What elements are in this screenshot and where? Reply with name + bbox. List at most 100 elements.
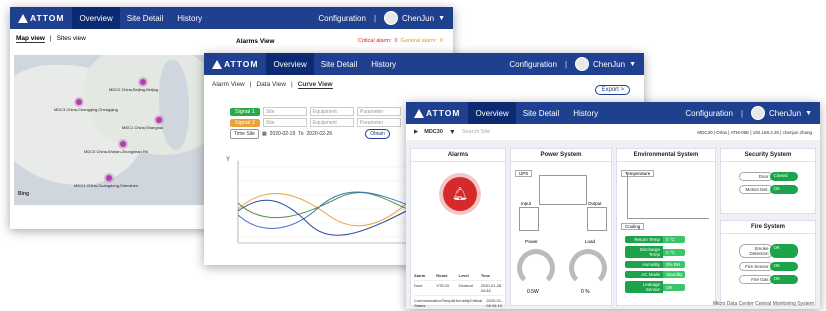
map-pin[interactable]	[156, 117, 162, 123]
tab-map-view[interactable]: Map view	[16, 35, 45, 43]
search-site-input[interactable]: Search Site	[462, 129, 490, 135]
nav-configuration[interactable]: Configuration	[509, 60, 557, 69]
power-value: 0.5W	[527, 289, 539, 295]
curve-series	[237, 199, 418, 236]
obtain-button[interactable]: Obtain	[365, 129, 390, 139]
metric-row: Return Temp 0 °C	[625, 236, 685, 243]
nav-site-detail[interactable]: Site Detail	[314, 53, 364, 75]
header-alarm: Alarm	[414, 273, 426, 278]
metric-row: Discharge Temp 0 °C	[625, 246, 685, 258]
nav-overview[interactable]: Overview	[72, 7, 120, 29]
user-menu[interactable]: ChenJun ▼	[751, 106, 820, 120]
export-button[interactable]: Export >	[595, 85, 630, 95]
user-name: ChenJun	[402, 13, 435, 23]
site-select[interactable]: Site	[262, 107, 307, 116]
cell-time: 2020-01-28 04:10	[486, 298, 503, 308]
nav-separator: |	[740, 108, 744, 118]
tab-data-view[interactable]: Data View	[256, 81, 286, 89]
load-gauge-label: Load	[585, 239, 596, 244]
nav-history[interactable]: History	[364, 53, 403, 75]
tab-curve-view[interactable]: Curve View	[297, 81, 333, 89]
attom-logo-icon	[18, 13, 28, 23]
nav-site-detail[interactable]: Site Detail	[120, 7, 170, 29]
cell-level: General	[458, 283, 473, 288]
signal2-button[interactable]: Signal 2	[230, 118, 260, 127]
map-pin[interactable]	[140, 79, 146, 85]
parameter-select[interactable]: Parameter	[356, 107, 401, 116]
header-route: Route	[436, 273, 448, 278]
fire-value: OK	[769, 275, 798, 284]
map-pin-label: MDC3 China,Chongqing,Chongqing	[54, 107, 118, 112]
metric-row: AC Mode Standby	[625, 271, 685, 278]
map-pin[interactable]	[120, 141, 126, 147]
caret-down-icon: ▼	[448, 128, 456, 136]
nav-site-detail[interactable]: Site Detail	[516, 102, 566, 124]
tab-alarm-view[interactable]: Alarm View	[212, 81, 245, 89]
tab-separator: |	[249, 81, 252, 88]
env-metrics: Return Temp 0 °C Discharge Temp 0 °C Humid…	[621, 233, 689, 296]
tab-sites-view[interactable]: Sites view	[57, 35, 86, 43]
signal1-button[interactable]: Signal 1	[230, 107, 260, 116]
map-pin[interactable]	[76, 99, 82, 105]
user-menu[interactable]: ChenJun ▼	[575, 57, 644, 71]
fire-value: OK	[769, 262, 798, 271]
general-alarm-count: 0	[439, 38, 443, 44]
parameter-select[interactable]: Parameter	[356, 118, 401, 127]
ups-tab[interactable]: UPS	[515, 170, 533, 177]
nav-history[interactable]: History	[566, 102, 605, 124]
load-value: 0 %	[581, 289, 590, 295]
nav-overview[interactable]: Overview	[266, 53, 314, 75]
table-row[interactable]: Door VTE-ID General 2020-01-28 04:46	[414, 281, 503, 296]
map-pin-label: MDC1 China,Shanghai	[122, 125, 163, 130]
critical-alarm-label: Critical alarm:	[357, 38, 392, 44]
input-label: Input	[521, 201, 532, 206]
site-info: MDC30 | Orlas | ATM-06E | 192.168.3.30 |…	[697, 129, 812, 135]
power-gauge-label: Power	[525, 239, 538, 244]
user-menu[interactable]: ChenJun ▼	[384, 11, 453, 25]
site-selector[interactable]: MDC30	[424, 129, 443, 135]
nav-overview[interactable]: Overview	[468, 102, 516, 124]
site-select[interactable]: Site	[262, 118, 307, 127]
metric-label: Leakage Sensor	[625, 281, 663, 293]
alarms-panel: Alarms 🔔︎ Alarm Route Level Time Door VT…	[410, 148, 506, 309]
security-title: Security System	[721, 149, 815, 162]
calendar-icon: ▦	[261, 131, 267, 137]
metric-row: Leakage Sensor OK	[625, 281, 685, 293]
security-row: Motion Det. OK	[721, 185, 815, 194]
brand-logo[interactable]: ATTOM	[10, 13, 72, 23]
equipment-select[interactable]: Equipment	[309, 118, 354, 127]
time-site-button[interactable]: Time Site	[230, 129, 259, 139]
site-map[interactable]: MDC2 China,Beijing,Beijing MDC3 China,Ch…	[14, 55, 214, 205]
metric-value: Standby	[663, 271, 685, 278]
map-pin[interactable]	[106, 175, 112, 181]
brand-logo[interactable]: ATTOM	[406, 108, 468, 118]
table-row[interactable]: Communication Status Temp&Humidity Criti…	[414, 296, 503, 309]
environmental-panel: Environmental System Temperature Cooling…	[616, 148, 716, 306]
metric-row: Humidity 0% RH	[625, 261, 685, 268]
cell-time: 2020-01-28 04:46	[480, 283, 502, 293]
date-from[interactable]: 2020-02-19	[270, 131, 296, 137]
screenshot-collage: ATTOM Overview Site Detail History Confi…	[0, 0, 826, 311]
power-panel: Power System UPS Input Output Power Load…	[510, 148, 612, 306]
nav-history[interactable]: History	[170, 7, 209, 29]
date-to[interactable]: 2020-02-26	[307, 131, 333, 137]
brand-logo[interactable]: ATTOM	[204, 59, 266, 69]
y-axis-label: Y	[226, 157, 230, 163]
time-row: Time Site ▦ 2020-02-19 To 2020-02-26 Obt…	[230, 129, 401, 139]
fire-row: Smoke Detection OK	[721, 244, 815, 258]
fire-label: Fire Sensor	[738, 262, 773, 271]
map-credit: Bing	[18, 191, 30, 197]
equipment-select[interactable]: Equipment	[309, 107, 354, 116]
cooling-tab[interactable]: Cooling	[621, 223, 645, 230]
cell-alarm: Communication Status	[414, 298, 442, 308]
metric-label: Discharge Temp	[625, 246, 663, 258]
top-nav: ATTOM Overview Site Detail History Confi…	[406, 102, 820, 124]
nav-configuration[interactable]: Configuration	[685, 109, 733, 118]
nav-configuration[interactable]: Configuration	[318, 14, 366, 23]
map-pin-label: MDC5 China,Wuhan,Zhongshan Rd	[84, 149, 148, 154]
critical-alarm-count: 0	[394, 38, 398, 44]
attom-logo-icon	[414, 108, 424, 118]
dashboard-window: ATTOM Overview Site Detail History Confi…	[406, 102, 820, 309]
header-level: Level	[458, 273, 469, 278]
curve-series	[237, 192, 418, 219]
